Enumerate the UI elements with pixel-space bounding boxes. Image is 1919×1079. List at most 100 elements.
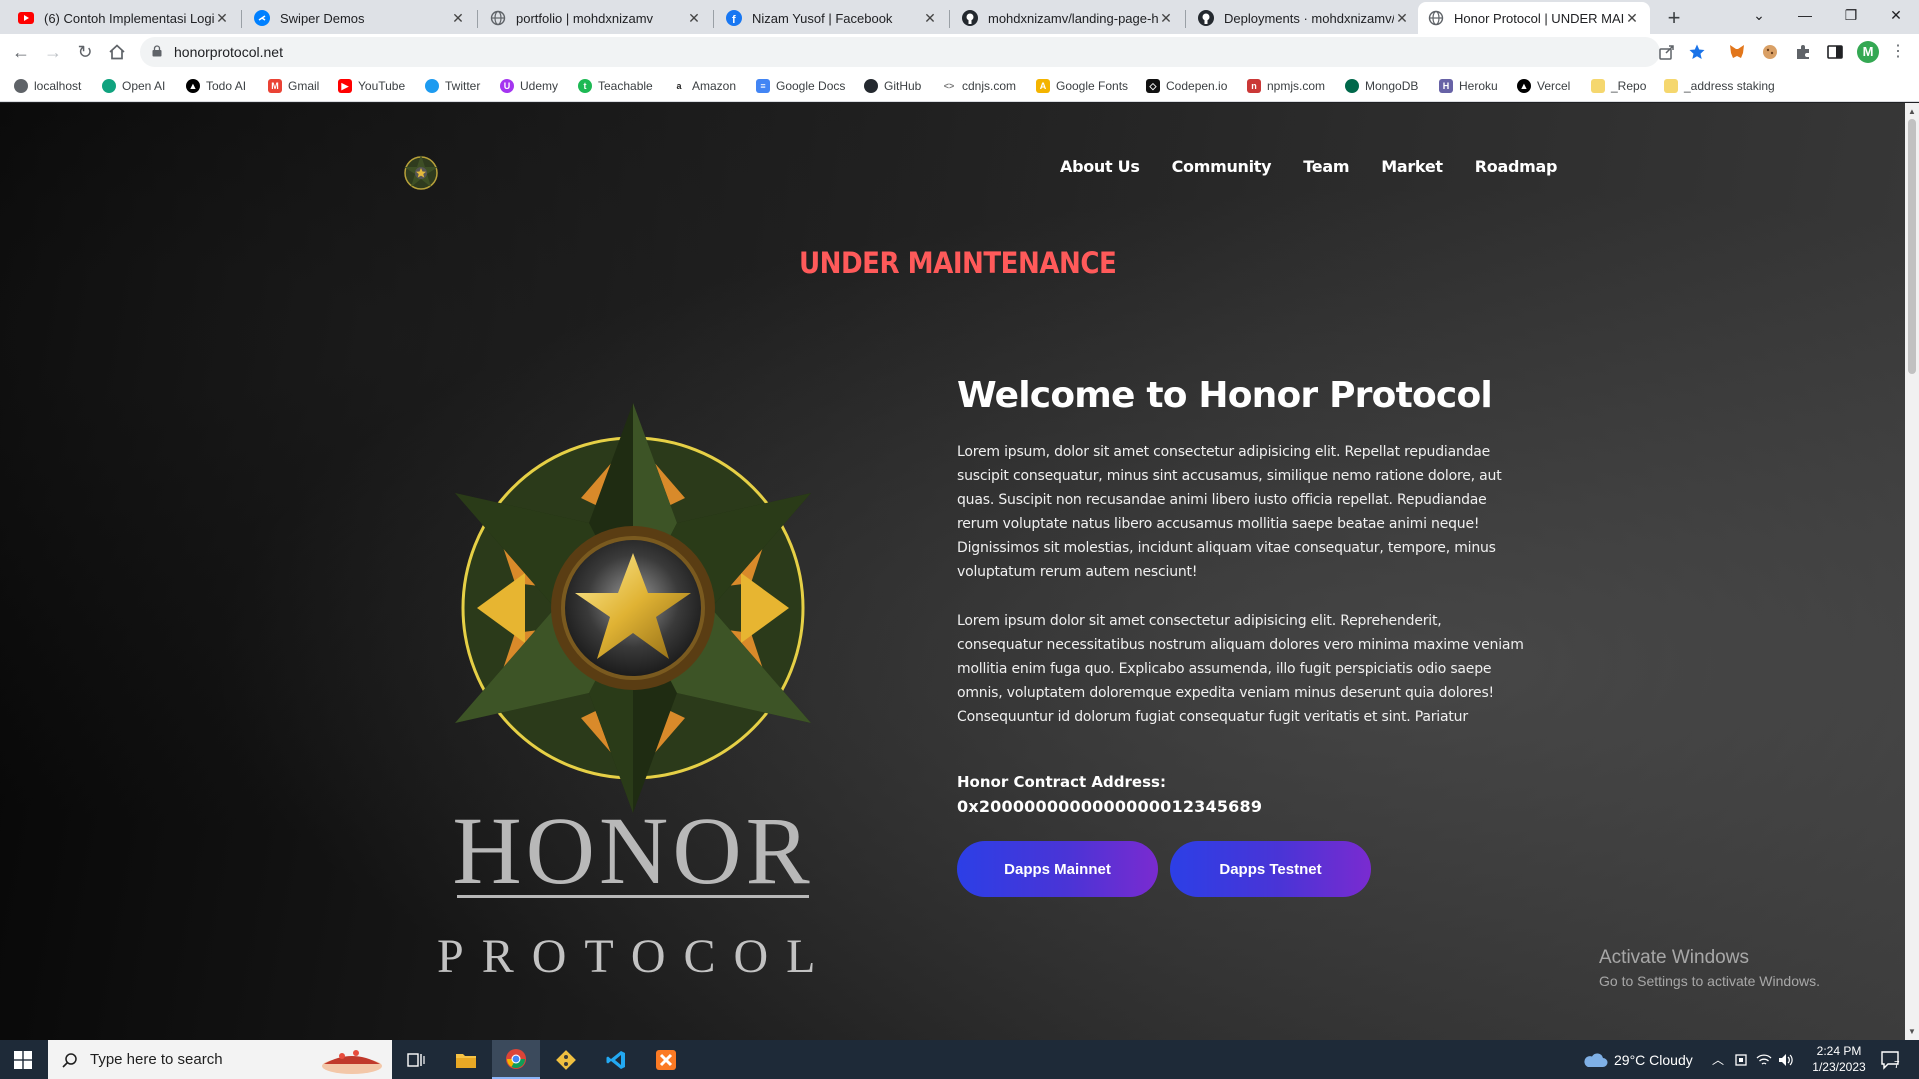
contract-address-label: Honor Contract Address: (957, 773, 1166, 791)
minimize-button[interactable]: — (1782, 0, 1828, 30)
codepen-icon: ◇ (1146, 79, 1160, 93)
bookmark-youtube[interactable]: ▶ YouTube (338, 77, 405, 95)
tab-github-repo[interactable]: mohdxnizamv/landing-page-ho ✕ (952, 2, 1184, 34)
close-icon[interactable]: ✕ (214, 10, 230, 27)
share-icon[interactable] (1658, 43, 1676, 61)
bookmark-localhost[interactable]: localhost (14, 77, 81, 95)
forward-arrow-icon[interactable]: → (41, 40, 65, 64)
page-title: Welcome to Honor Protocol (957, 375, 1493, 416)
vercel-icon: ▲ (1517, 79, 1531, 93)
system-clock[interactable]: 2:24 PM 1/23/2023 (1799, 1043, 1879, 1075)
intro-paragraph-2: Lorem ipsum dolor sit amet consectetur a… (957, 613, 1524, 725)
nav-team[interactable]: Team (1303, 157, 1349, 176)
weather-widget[interactable]: 29°C Cloudy (1582, 1040, 1693, 1079)
close-icon[interactable]: ✕ (686, 10, 702, 27)
tab-github-deployments[interactable]: Deployments · mohdxnizamv/P ✕ (1188, 2, 1420, 34)
bookmark-vercel[interactable]: ▲ Vercel (1517, 77, 1570, 95)
task-view-icon[interactable] (392, 1040, 440, 1079)
git-gui-icon[interactable] (542, 1040, 590, 1079)
side-panel-icon[interactable] (1826, 43, 1844, 61)
volume-icon[interactable] (1778, 1040, 1794, 1079)
gmail-icon: M (268, 79, 282, 93)
github-icon (864, 79, 878, 93)
nav-roadmap[interactable]: Roadmap (1475, 157, 1558, 176)
file-explorer-icon[interactable] (442, 1040, 490, 1079)
back-arrow-icon[interactable]: ← (9, 40, 33, 64)
bookmark-star-icon[interactable] (1688, 43, 1706, 61)
tray-device-icon[interactable] (1734, 1040, 1748, 1079)
lock-icon (152, 45, 162, 57)
reload-icon[interactable]: ↻ (73, 40, 97, 64)
taskbar-search[interactable]: Type here to search (48, 1040, 392, 1079)
tab-honor-protocol[interactable]: Honor Protocol | UNDER MAINT ✕ (1418, 2, 1650, 34)
close-icon[interactable]: ✕ (1158, 10, 1174, 27)
tab-facebook[interactable]: f Nizam Yusof | Facebook ✕ (716, 2, 948, 34)
close-icon[interactable]: ✕ (922, 10, 938, 27)
extension-cookie-icon[interactable] (1761, 43, 1779, 61)
notification-center-icon[interactable]: 7 (1880, 1040, 1902, 1079)
close-window-button[interactable]: ✕ (1873, 0, 1919, 30)
bookmark-google-docs[interactable]: ≡ Google Docs (756, 77, 845, 95)
github-icon (1198, 10, 1214, 26)
bookmark-openai[interactable]: Open AI (102, 77, 165, 95)
bookmark-folder-repo[interactable]: _Repo (1591, 77, 1646, 95)
bookmark-google-fonts[interactable]: A Google Fonts (1036, 77, 1128, 95)
site-logo-icon[interactable] (400, 152, 442, 194)
svg-text:f: f (732, 14, 736, 26)
bookmark-todo-ai[interactable]: ▲ Todo AI (186, 77, 246, 95)
bookmark-label: MongoDB (1365, 79, 1419, 93)
fonts-icon: A (1036, 79, 1050, 93)
metamask-icon[interactable] (1728, 43, 1746, 61)
folder-icon (1591, 79, 1605, 93)
chrome-taskbar-icon[interactable] (492, 1040, 540, 1079)
windows-start-button[interactable] (0, 1040, 46, 1079)
contract-address-value: 0x2000000000000000012345689 (957, 797, 1263, 816)
dapps-testnet-button[interactable]: Dapps Testnet (1170, 841, 1371, 897)
bookmark-heroku[interactable]: H Heroku (1439, 77, 1498, 95)
nav-market[interactable]: Market (1381, 157, 1443, 176)
home-icon[interactable] (105, 40, 129, 64)
tab-youtube[interactable]: (6) Contoh Implementasi Logika ✕ (8, 2, 240, 34)
tab-portfolio[interactable]: portfolio | mohdxnizamv ✕ (480, 2, 712, 34)
tab-search-chevron-icon[interactable]: ⌄ (1736, 0, 1782, 30)
address-bar[interactable]: honorprotocol.net (140, 37, 1660, 67)
honor-protocol-emblem: HONOR (455, 403, 811, 904)
bookmark-cdnjs[interactable]: <> cdnjs.com (942, 77, 1016, 95)
nav-community[interactable]: Community (1172, 157, 1272, 176)
udemy-icon: U (500, 79, 514, 93)
close-icon[interactable]: ✕ (1394, 10, 1410, 27)
new-tab-button[interactable]: + (1660, 4, 1688, 32)
vscode-icon[interactable] (592, 1040, 640, 1079)
close-icon[interactable]: ✕ (450, 10, 466, 27)
scroll-up-arrow-icon[interactable]: ▲ (1908, 107, 1916, 116)
tray-chevron-icon[interactable]: ︿ (1712, 1040, 1724, 1079)
bookmark-folder-address-staking[interactable]: _address staking (1664, 77, 1775, 95)
maximize-button[interactable]: ❐ (1828, 0, 1874, 30)
tab-swiper[interactable]: Swiper Demos ✕ (244, 2, 476, 34)
scrollbar-thumb[interactable] (1908, 119, 1916, 374)
bookmark-label: Heroku (1459, 79, 1498, 93)
page-scrollbar[interactable]: ▲ ▼ (1905, 103, 1919, 1040)
nav-about-us[interactable]: About Us (1060, 157, 1140, 176)
network-icon[interactable] (1756, 1040, 1772, 1079)
profile-avatar[interactable]: M (1857, 41, 1879, 63)
cloud-icon (1584, 1053, 1608, 1067)
bookmark-label: Teachable (598, 79, 653, 93)
xampp-icon[interactable] (642, 1040, 690, 1079)
bookmark-twitter[interactable]: Twitter (425, 77, 480, 95)
bookmark-amazon[interactable]: a Amazon (672, 77, 736, 95)
kebab-menu-icon[interactable]: ⋮ (1886, 40, 1910, 64)
bookmark-github[interactable]: GitHub (864, 77, 921, 95)
dapps-mainnet-button[interactable]: Dapps Mainnet (957, 841, 1158, 897)
bookmark-codepen[interactable]: ◇ Codepen.io (1146, 77, 1227, 95)
globe-icon (14, 79, 28, 93)
close-icon[interactable]: ✕ (1624, 10, 1640, 27)
bookmark-label: Open AI (122, 79, 166, 93)
scroll-down-arrow-icon[interactable]: ▼ (1908, 1027, 1916, 1036)
extensions-puzzle-icon[interactable] (1794, 43, 1812, 61)
bookmark-teachable[interactable]: t Teachable (578, 77, 653, 95)
bookmark-gmail[interactable]: M Gmail (268, 77, 319, 95)
bookmark-npmjs[interactable]: n npmjs.com (1247, 77, 1325, 95)
bookmark-udemy[interactable]: U Udemy (500, 77, 558, 95)
bookmark-mongodb[interactable]: MongoDB (1345, 77, 1418, 95)
